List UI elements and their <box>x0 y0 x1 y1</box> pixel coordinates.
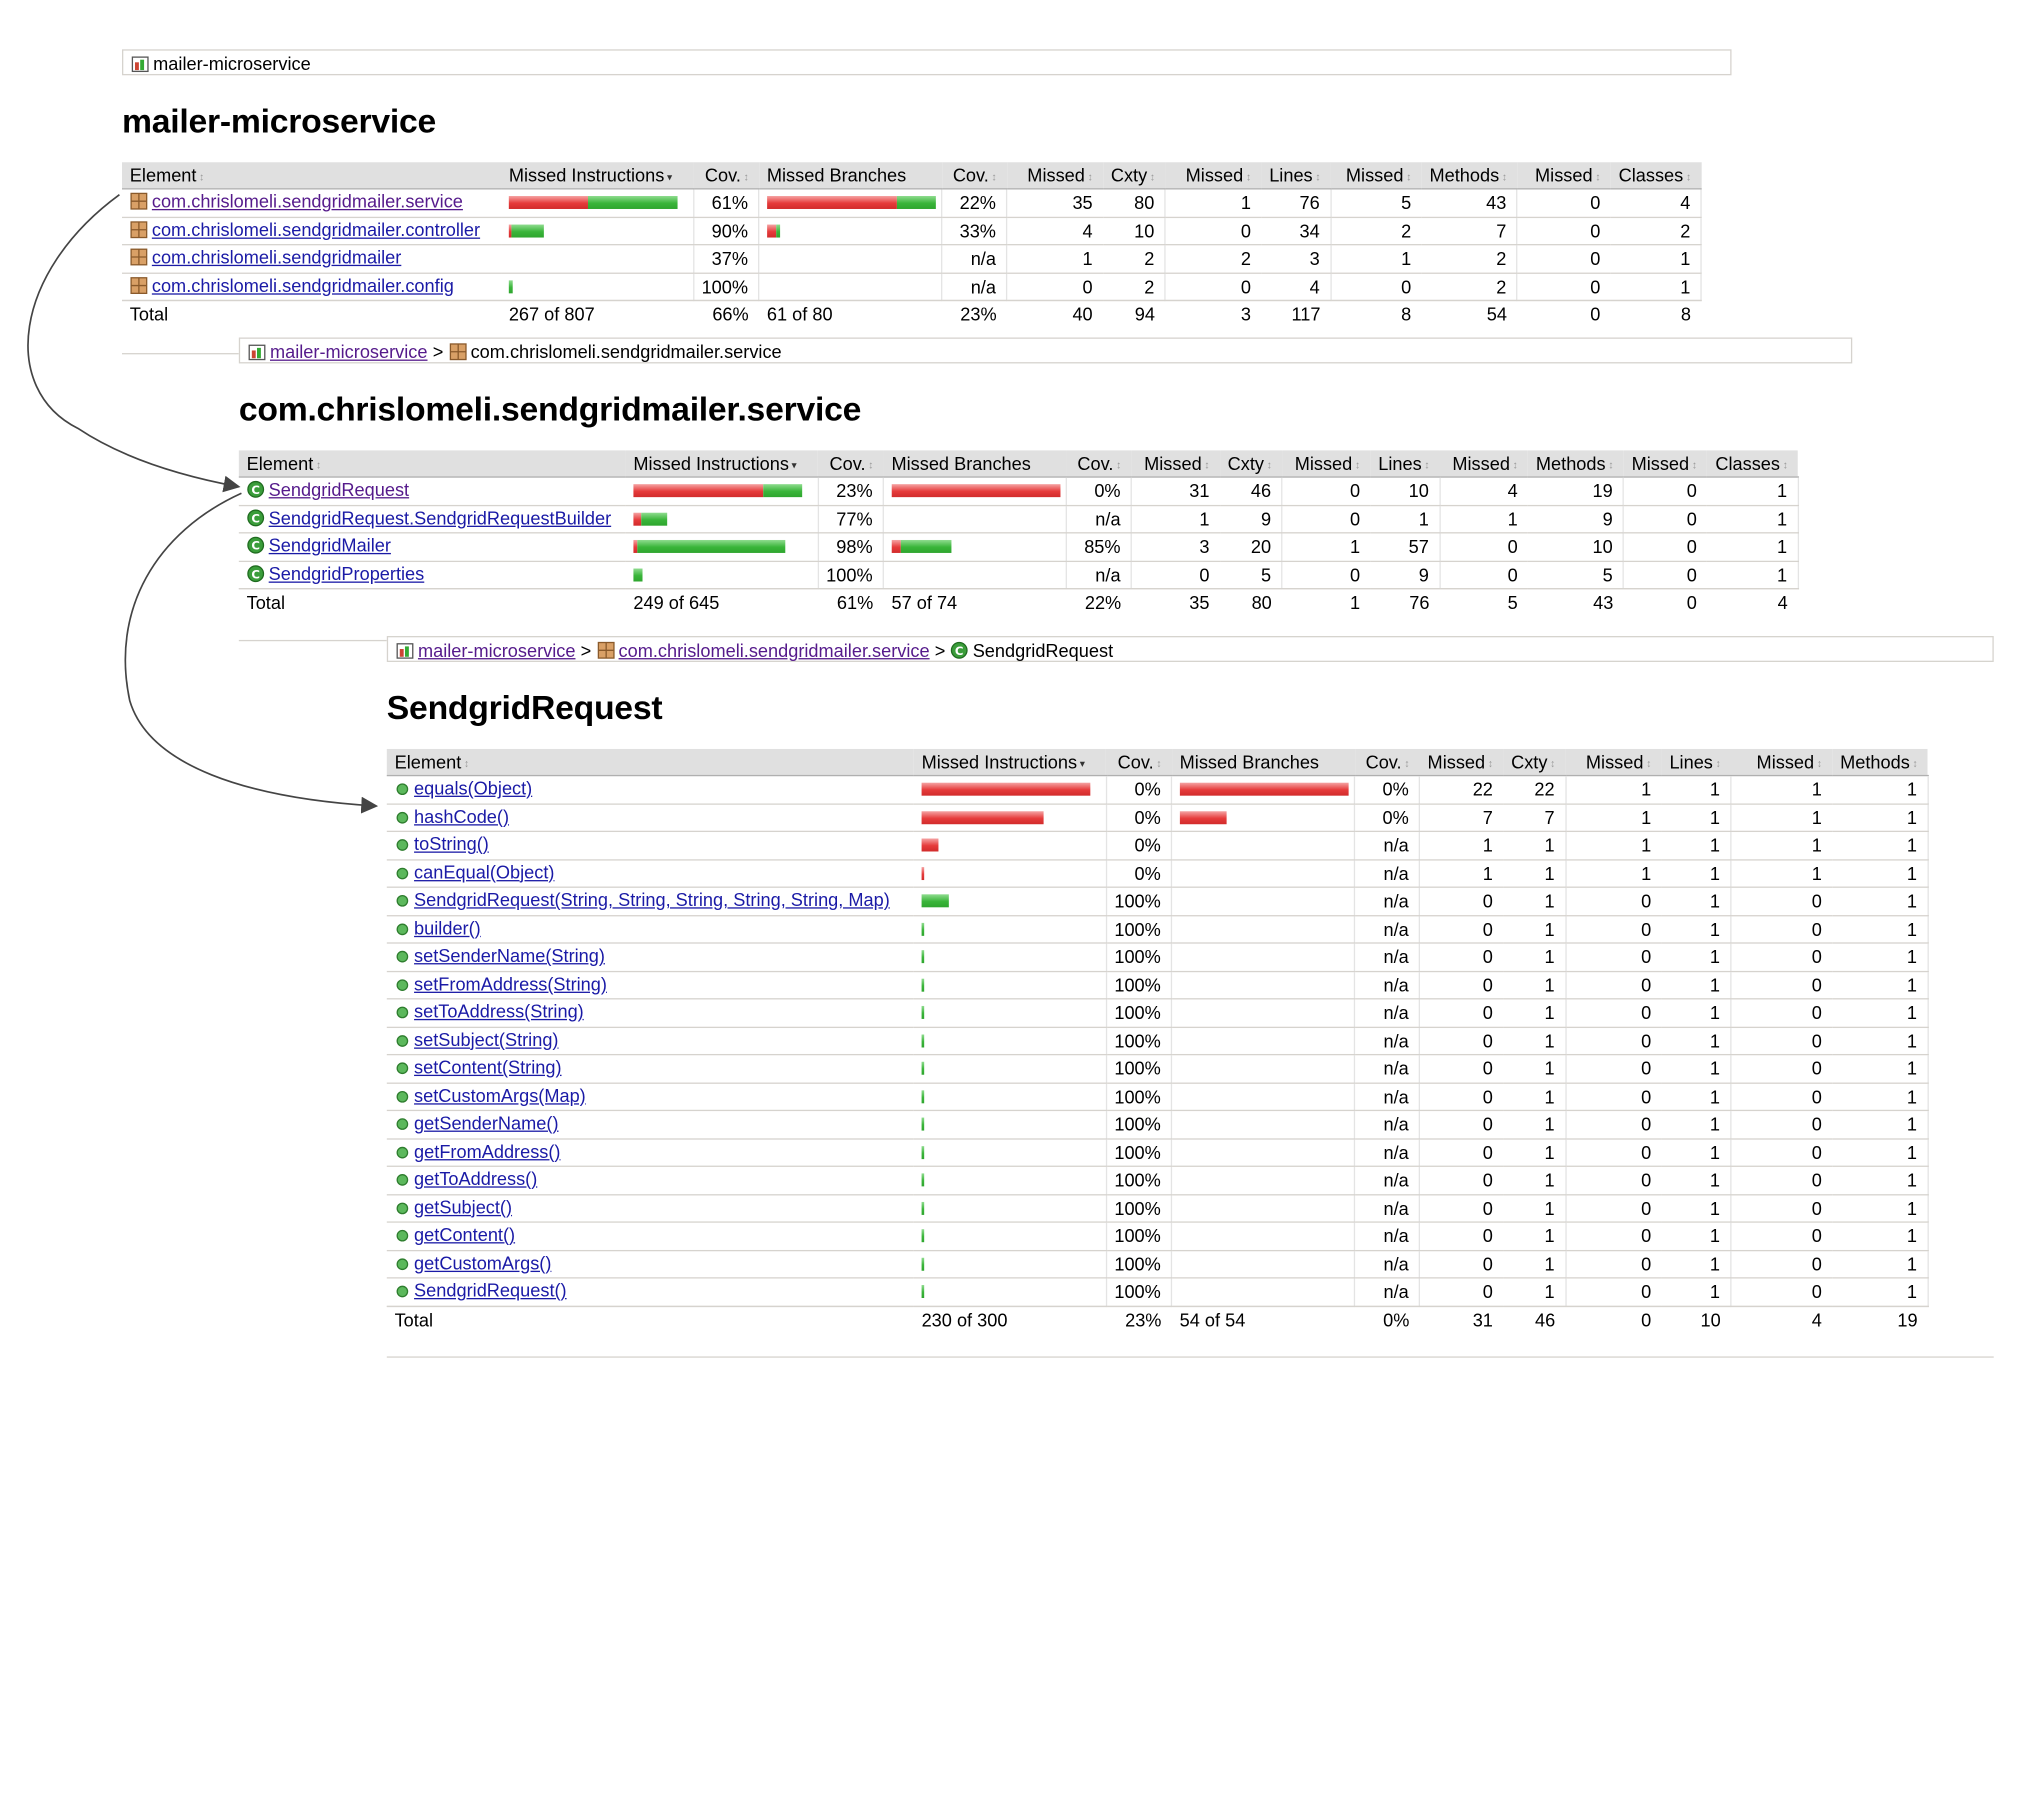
arrow-package-to-class <box>124 492 379 814</box>
arrow-project-to-package <box>27 194 241 493</box>
drilldown-arrows <box>27 194 379 814</box>
report-composite: mailer-microservice mailer-microservice … <box>0 0 2017 1798</box>
